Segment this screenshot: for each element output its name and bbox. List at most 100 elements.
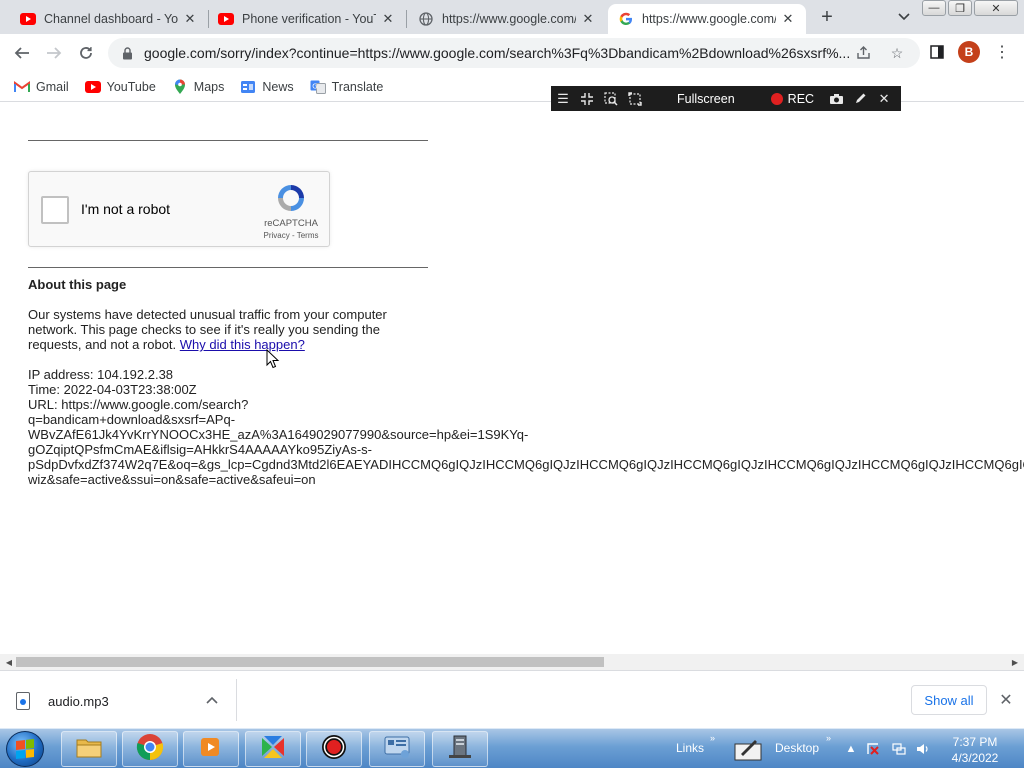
bookmark-label: Translate <box>331 79 384 94</box>
tab-google-sorry[interactable]: https://www.google.com/sorry/index ✕ <box>408 4 606 34</box>
scrollbar-thumb[interactable] <box>16 657 604 667</box>
close-tab-icon[interactable]: ✕ <box>380 11 396 27</box>
about-heading: About this page <box>28 277 127 292</box>
chevron-up-icon[interactable] <box>204 691 220 709</box>
forward-arrow-icon[interactable] <box>42 41 66 65</box>
control-panel-taskbar-button[interactable] <box>369 731 425 767</box>
minimize-icon[interactable]: — <box>922 0 946 16</box>
recaptcha-logo-icon <box>275 182 307 214</box>
bookmark-label: News <box>262 79 294 94</box>
app-taskbar-button[interactable] <box>245 731 301 767</box>
fullscreen-mode-label[interactable]: Fullscreen <box>677 92 735 106</box>
windows-taskbar: Links » Desktop » ▲ 7:37 PM 4/3/2022 <box>0 728 1024 768</box>
bookmark-news[interactable]: News <box>240 79 294 94</box>
recaptcha-widget: I'm not a robot reCAPTCHA Privacy - Term… <box>28 171 330 247</box>
record-button[interactable]: REC <box>770 92 814 106</box>
tab-title: https://www.google.com/sorry/index <box>642 12 776 26</box>
media-player-taskbar-button[interactable] <box>183 731 239 767</box>
bandicam-record-icon <box>320 733 348 766</box>
chrome-taskbar-button[interactable] <box>122 731 178 767</box>
download-item[interactable]: audio.mp3 <box>16 687 109 715</box>
youtube-icon <box>218 11 234 27</box>
bookmark-label: Gmail <box>36 79 69 94</box>
lock-icon[interactable] <box>120 46 134 60</box>
download-file-name: audio.mp3 <box>48 693 109 709</box>
close-tab-icon[interactable]: ✕ <box>780 11 796 27</box>
scroll-left-icon[interactable]: ◀ <box>4 657 14 667</box>
translate-icon: G <box>310 80 326 94</box>
window-controls: — ❐ ✕ <box>922 0 1018 16</box>
clock-date: 4/3/2022 <box>951 751 999 765</box>
restore-icon[interactable]: ❐ <box>948 0 972 16</box>
close-icon[interactable]: ✕ <box>996 690 1016 710</box>
desktop-expand-icon[interactable]: » <box>826 733 831 743</box>
pen-tablet-icon[interactable] <box>732 735 764 763</box>
file-explorer-taskbar-button[interactable] <box>61 731 117 767</box>
tab-google-sorry-active[interactable]: https://www.google.com/sorry/index ✕ <box>608 4 806 34</box>
recaptcha-privacy-terms-links[interactable]: Privacy - Terms <box>259 231 323 240</box>
control-panel-icon <box>383 734 411 765</box>
chrome-icon <box>136 733 164 766</box>
chevron-down-icon[interactable] <box>895 8 913 26</box>
show-all-button[interactable]: Show all <box>911 685 987 715</box>
bookmark-star-icon[interactable]: ☆ <box>888 44 906 62</box>
divider-top <box>28 140 428 141</box>
links-toolbar-label[interactable]: Links <box>676 741 704 755</box>
select-region-icon[interactable] <box>599 86 623 111</box>
bandicam-taskbar-button[interactable] <box>306 731 362 767</box>
why-did-this-happen-link[interactable]: Why did this happen? <box>180 337 305 352</box>
system-clock[interactable]: 7:37 PM 4/3/2022 <box>942 734 1008 766</box>
fullscreen-region-icon[interactable] <box>623 86 647 111</box>
recaptcha-checkbox[interactable] <box>41 196 69 224</box>
tab-phone-verification[interactable]: Phone verification - YouTube ✕ <box>208 4 406 34</box>
scroll-right-icon[interactable]: ▶ <box>1010 657 1020 667</box>
pencil-icon[interactable] <box>848 86 872 111</box>
url-line: q=bandicam+download&sxsrf=APq- <box>28 412 236 427</box>
tab-title: Phone verification - YouTube <box>242 12 376 26</box>
url-text[interactable]: google.com/sorry/index?continue=https://… <box>144 45 854 61</box>
about-text: Our systems have detected unusual traffi… <box>28 307 408 352</box>
network-icon[interactable] <box>892 742 906 756</box>
colorful-app-icon <box>259 734 287 765</box>
bookmark-gmail[interactable]: Gmail <box>14 80 69 94</box>
bookmark-maps[interactable]: Maps <box>172 79 224 94</box>
bookmark-translate[interactable]: G Translate <box>310 79 384 94</box>
page-content: I'm not a robot reCAPTCHA Privacy - Term… <box>0 103 1024 654</box>
close-window-icon[interactable]: ✕ <box>974 0 1018 16</box>
start-button[interactable] <box>6 731 44 767</box>
maps-icon <box>172 79 188 94</box>
google-icon <box>618 11 634 27</box>
url-line: pSdpDvfxdZf374W2q7E&oq=&gs_lcp=Cgdnd3Mtd… <box>28 457 1024 472</box>
camera-icon[interactable] <box>824 86 848 111</box>
tab-channel-dashboard[interactable]: Channel dashboard - YouTube Studio ✕ <box>10 4 208 34</box>
close-tab-icon[interactable]: ✕ <box>580 11 596 27</box>
divider-bottom <box>28 267 428 268</box>
windows-logo-icon <box>16 739 34 759</box>
svg-text:G: G <box>312 82 317 90</box>
server-taskbar-button[interactable] <box>432 731 488 767</box>
side-panel-icon[interactable] <box>928 43 946 61</box>
recaptcha-label: I'm not a robot <box>81 201 171 217</box>
horizontal-scrollbar[interactable]: ◀ ▶ <box>0 654 1024 670</box>
back-arrow-icon[interactable] <box>10 41 34 65</box>
bookmark-youtube[interactable]: YouTube <box>84 80 156 94</box>
resize-icon[interactable] <box>575 86 599 111</box>
address-bar[interactable]: google.com/sorry/index?continue=https://… <box>108 38 920 68</box>
desktop-toolbar-label[interactable]: Desktop <box>775 741 819 755</box>
mouse-cursor-icon <box>266 348 280 369</box>
reload-icon[interactable] <box>74 41 98 65</box>
menu-icon[interactable]: ☰ <box>551 86 575 111</box>
share-icon[interactable] <box>854 44 872 62</box>
more-menu-icon[interactable]: ⋮ <box>994 42 1010 62</box>
tab-strip: Channel dashboard - YouTube Studio ✕ Pho… <box>0 0 1024 34</box>
close-icon[interactable]: ✕ <box>872 86 896 111</box>
bandicam-toolbar: ☰ Fullscreen REC ✕ <box>551 86 901 111</box>
action-center-icon[interactable] <box>866 742 880 756</box>
volume-icon[interactable] <box>916 742 930 756</box>
links-expand-icon[interactable]: » <box>710 733 715 743</box>
tray-expand-icon[interactable]: ▲ <box>844 742 858 756</box>
server-icon <box>446 734 474 765</box>
close-tab-icon[interactable]: ✕ <box>182 11 198 27</box>
profile-avatar[interactable]: B <box>958 41 980 63</box>
new-tab-icon[interactable]: + <box>816 6 838 28</box>
